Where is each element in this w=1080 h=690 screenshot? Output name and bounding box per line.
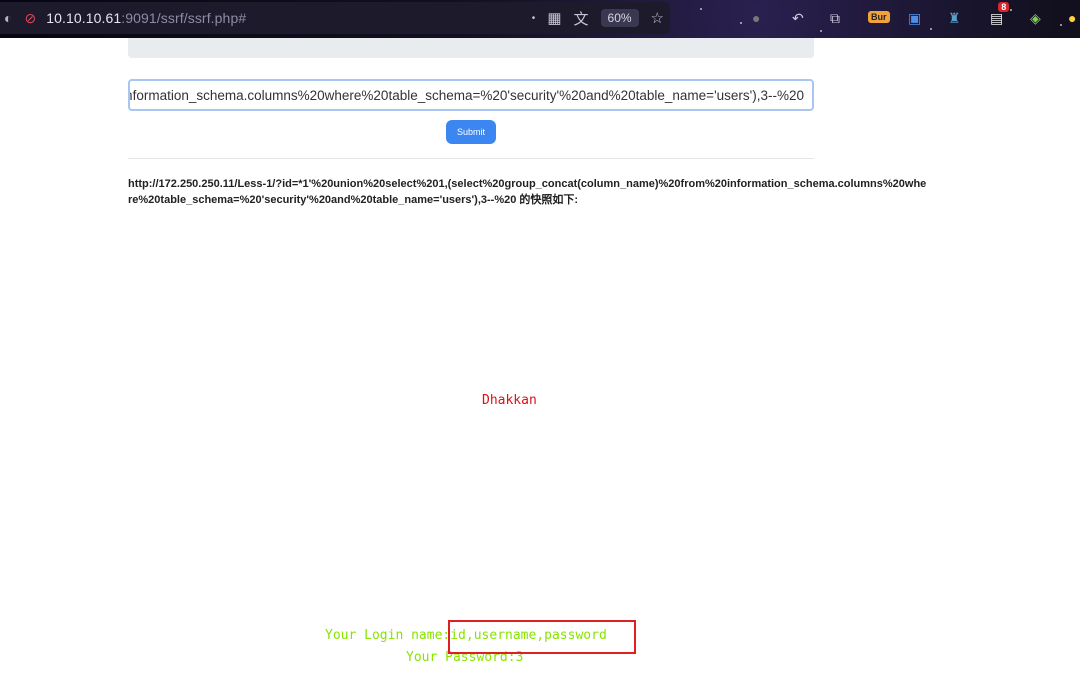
more-dots-icon[interactable]: •	[532, 13, 536, 24]
cookie-extension-icon[interactable]: ◈	[1030, 6, 1041, 30]
page-header-bar	[128, 38, 814, 58]
extension-circle-icon[interactable]: ●	[752, 6, 760, 30]
qr-code-icon[interactable]: ▦	[547, 9, 561, 27]
url-input[interactable]: %20from%20information_schema.columns%20w…	[128, 79, 814, 111]
dhakkan-text: Dhakkan	[482, 393, 537, 408]
divider	[128, 158, 814, 159]
url-text[interactable]: 10.10.10.61:9091/ssrf/ssrf.php#	[46, 10, 246, 26]
hacker-extension-icon[interactable]: ♜	[948, 6, 961, 30]
bookmark-star-icon[interactable]: ☆	[651, 9, 664, 27]
url-path: :9091/ssrf/ssrf.php#	[121, 10, 247, 26]
browser-toolbar: ◐ ⊘ 10.10.10.61:9091/ssrf/ssrf.php# • ▦ …	[0, 0, 1080, 38]
url-host: 10.10.10.61	[46, 10, 122, 26]
undo-icon[interactable]: ↶	[792, 6, 804, 30]
login-name-label: Your Login name:	[325, 628, 451, 643]
translate-icon[interactable]: 文	[574, 8, 589, 29]
insecure-lock-icon[interactable]: ⊘	[24, 10, 36, 27]
extensions-puzzle-icon[interactable]: ⧉	[830, 6, 840, 30]
yellow-extension-icon[interactable]: ●	[1068, 6, 1076, 30]
notification-extension-icon[interactable]: ▤ 8	[990, 2, 1010, 30]
save-disk-icon[interactable]: ▣	[908, 6, 921, 30]
burp-extension-icon[interactable]: Bur	[868, 5, 890, 29]
shield-icon[interactable]: ◐	[4, 10, 12, 26]
zoom-level[interactable]: 60%	[600, 9, 639, 27]
snapshot-heading: http://172.250.250.11/Less-1/?id=*1'%20u…	[128, 178, 927, 206]
url-input-value: %20from%20information_schema.columns%20w…	[130, 87, 804, 103]
submit-button[interactable]: Submit	[446, 120, 496, 144]
highlight-box	[448, 620, 636, 654]
notification-badge: 8	[998, 2, 1010, 12]
address-bar[interactable]: ◐ ⊘ 10.10.10.61:9091/ssrf/ssrf.php# • ▦ …	[0, 2, 670, 34]
